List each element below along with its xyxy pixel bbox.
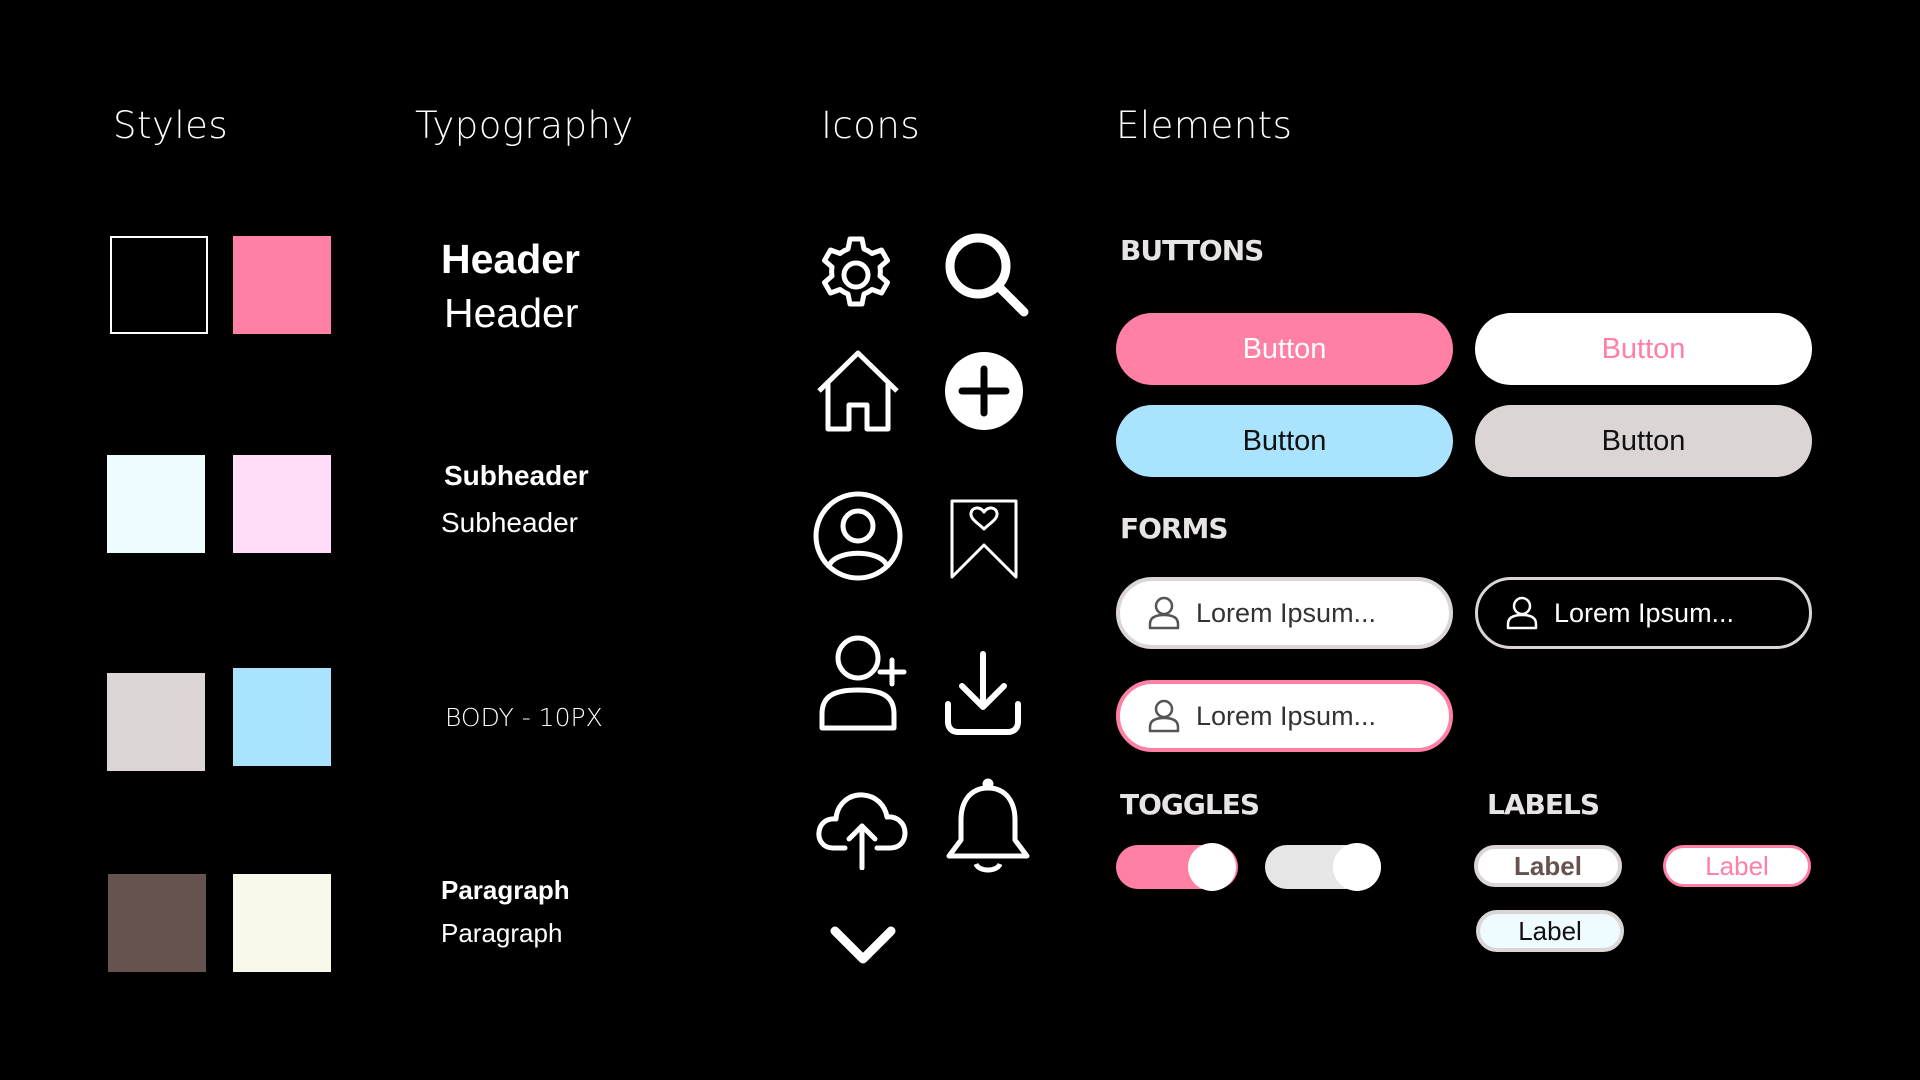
paragraph-regular-sample: Paragraph <box>441 918 563 948</box>
user-icon <box>1506 596 1538 630</box>
label-pink-outline: Label <box>1663 845 1811 887</box>
toggle-knob <box>1188 843 1236 891</box>
toggle-knob <box>1333 843 1381 891</box>
toggle-on[interactable] <box>1116 843 1238 891</box>
user-icon <box>1148 596 1180 630</box>
bookmark-heart-icon <box>950 499 1018 579</box>
form-field-pink-outline[interactable]: Lorem Ipsum... <box>1116 680 1453 752</box>
swatch-sky-blue <box>233 668 331 766</box>
toggles-section-label: TOGGLES <box>1120 788 1260 821</box>
chevron-down-icon[interactable] <box>829 923 897 967</box>
buttons-section-label: BUTTONS <box>1120 234 1264 267</box>
user-circle-icon <box>813 491 903 581</box>
home-icon <box>815 349 901 433</box>
bell-icon <box>943 778 1033 876</box>
form-field-placeholder: Lorem Ipsum... <box>1196 597 1377 628</box>
swatch-pink <box>233 236 331 334</box>
subheader-regular-sample: Subheader <box>441 507 579 538</box>
swatch-ivory <box>233 874 331 972</box>
gear-icon <box>814 233 898 317</box>
primary-pink-button[interactable]: Button <box>1116 313 1453 385</box>
typography-column-title: Typography <box>415 104 634 147</box>
download-icon <box>944 650 1022 736</box>
user-icon <box>1148 699 1180 733</box>
form-field-white[interactable]: Lorem Ipsum... <box>1116 577 1453 649</box>
header-regular-sample: Header <box>444 290 579 336</box>
swatch-light-gray <box>107 673 205 771</box>
icons-column-title: Icons <box>821 104 921 147</box>
search-icon <box>940 228 1030 318</box>
swatch-dark-brown <box>108 874 206 972</box>
form-field-placeholder: Lorem Ipsum... <box>1554 597 1735 628</box>
swatch-light-pink <box>233 455 331 553</box>
header-bold-sample: Header <box>441 236 581 282</box>
body-sample: BODY - 10PX <box>445 703 603 732</box>
elements-column-title: Elements <box>1116 104 1293 147</box>
light-blue-button[interactable]: Button <box>1116 405 1453 477</box>
form-field-placeholder: Lorem Ipsum... <box>1196 700 1377 731</box>
white-pink-text-button[interactable]: Button <box>1475 313 1812 385</box>
paragraph-bold-sample: Paragraph <box>441 875 570 905</box>
label-white-bold: Label <box>1474 845 1622 887</box>
form-field-dark[interactable]: Lorem Ipsum... <box>1475 577 1812 649</box>
swatch-light-cyan <box>107 455 205 553</box>
gray-button[interactable]: Button <box>1475 405 1812 477</box>
forms-section-label: FORMS <box>1120 512 1229 545</box>
plus-circle-icon <box>944 351 1024 431</box>
cloud-upload-icon <box>815 790 909 870</box>
toggle-off[interactable] <box>1265 843 1381 891</box>
labels-section-label: LABELS <box>1487 788 1600 821</box>
swatch-black <box>110 236 208 334</box>
subheader-bold-sample: Subheader <box>444 460 589 491</box>
add-user-icon <box>818 634 908 732</box>
styles-column-title: Styles <box>113 104 229 147</box>
label-light-blue: Label <box>1476 910 1624 952</box>
